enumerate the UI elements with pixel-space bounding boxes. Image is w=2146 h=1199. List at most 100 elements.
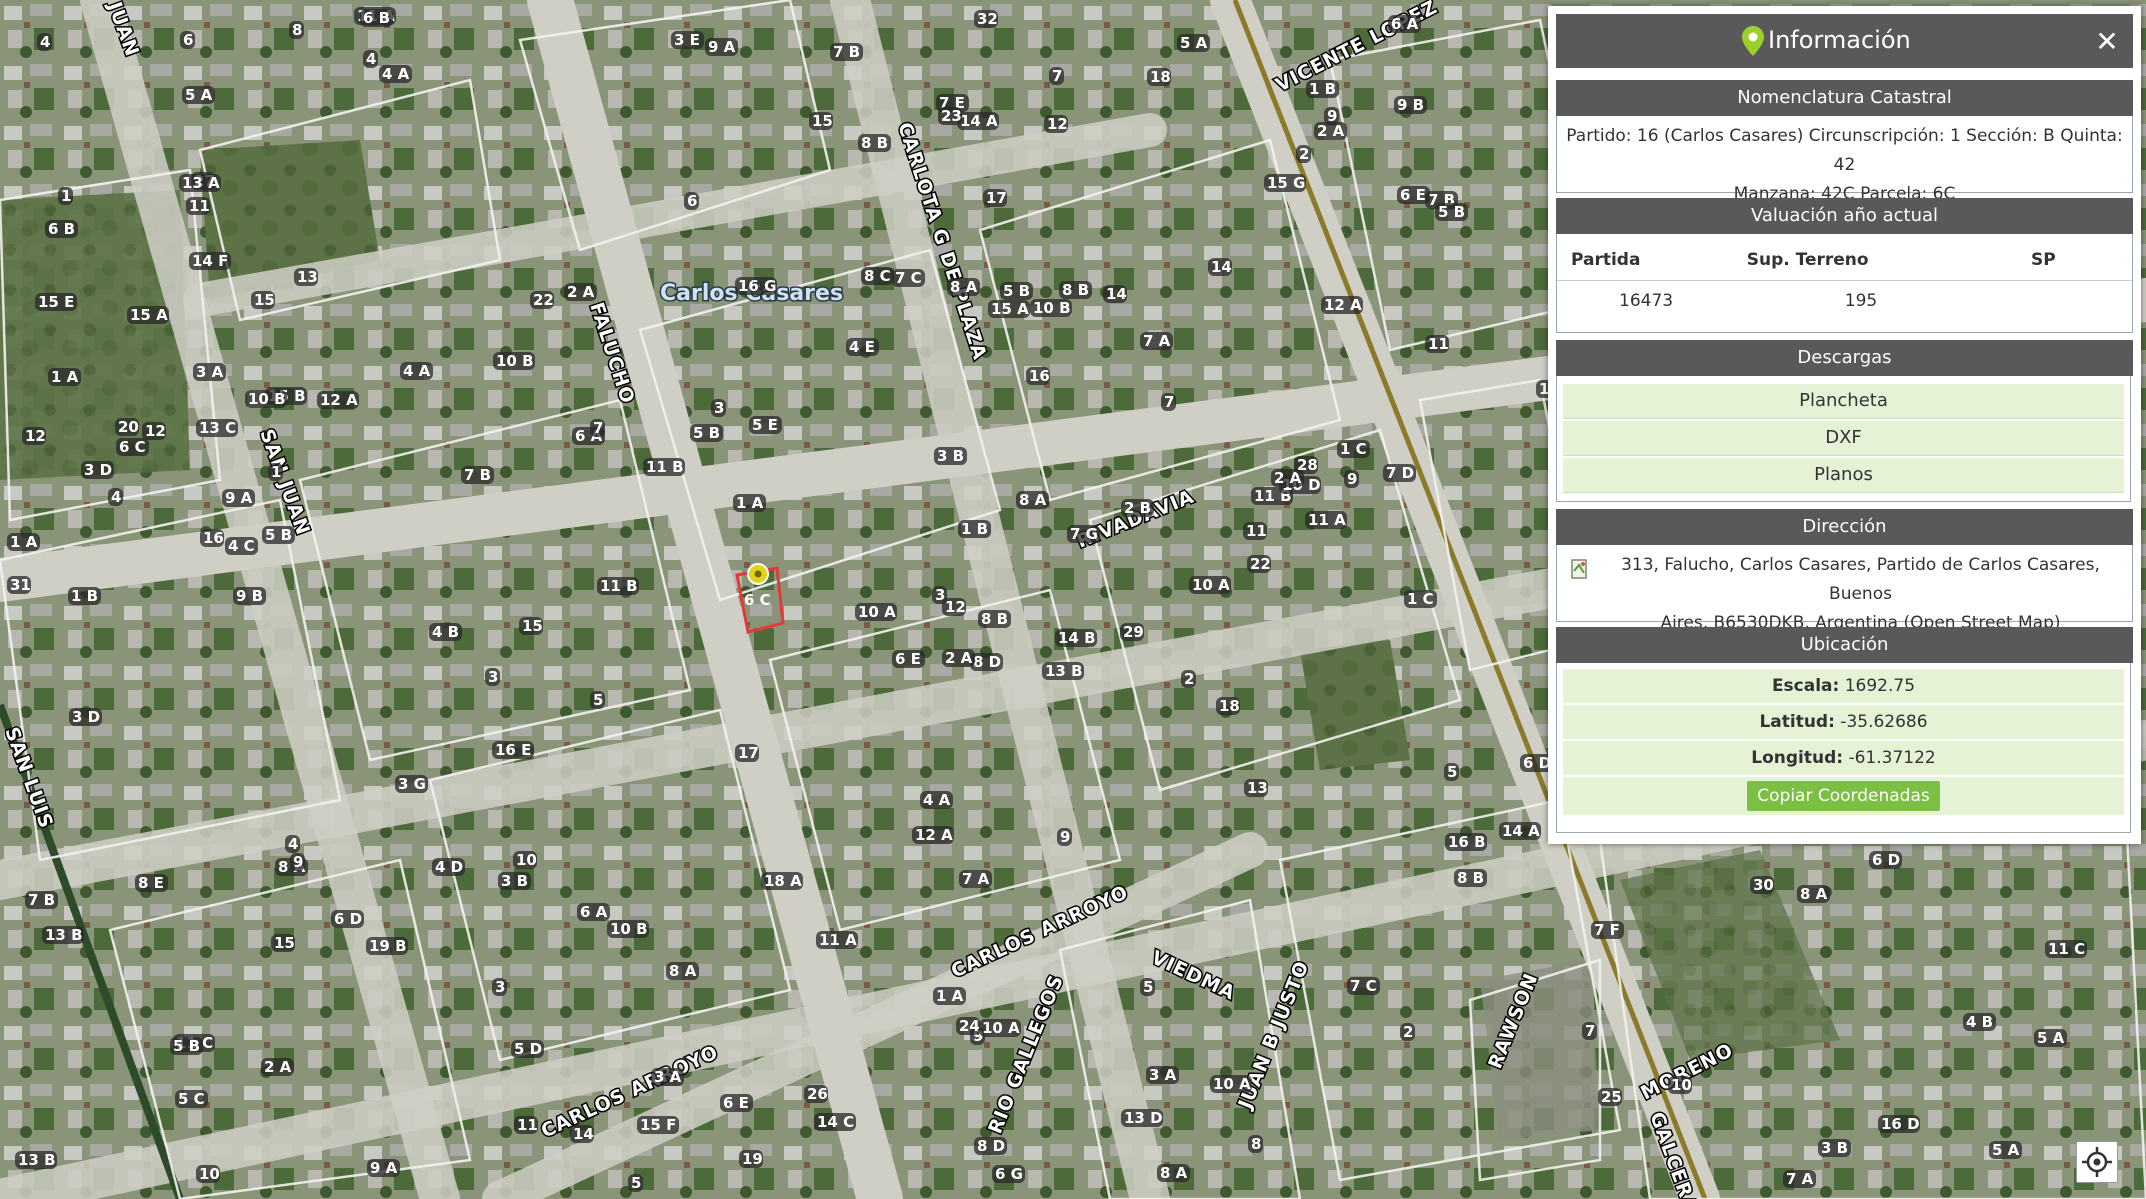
parcel-number-label: 8 A [1160,1164,1188,1182]
parcel-number-label: 5 [593,691,603,709]
parcel-marker-icon[interactable] [747,563,769,585]
parcel-number-label: 5 B [173,1037,200,1055]
escala-value: 1692.75 [1844,676,1916,696]
parcel-number-label: 5 A [2037,1029,2065,1047]
map-document-icon [1571,559,1587,579]
table-row: 16473 195 [1557,281,2132,322]
parcel-number-label: 18 [1219,697,1240,715]
nomenclatura-box: Partido: 16 (Carlos Casares) Circunscrip… [1556,116,2133,204]
parcel-number-label: 8 B [981,610,1008,628]
parcel-number-label: 31 [10,576,31,594]
parcel-number-label: 3 D [72,708,100,726]
parcel-number-label: 12 [1047,115,1068,133]
parcel-number-label: 1 A [736,494,764,512]
parcel-number-label: 6 D [334,910,362,928]
cell-sp [2017,281,2132,322]
parcel-number-label: 8 A [669,962,697,980]
parcel-number-label: 3 B [937,447,964,465]
parcel-number-label: 7 D [1386,464,1414,482]
map-pin-icon [1742,26,1764,56]
parcel-number-label: 1 B [961,520,988,538]
download-plancheta-link[interactable]: Plancheta [1563,384,2124,419]
parcel-number-label: 2 B [1124,499,1151,517]
copy-coordinates-button[interactable]: Copiar Coordenadas [1747,781,1940,811]
parcel-number-label: 15 [812,112,833,130]
valuacion-table: Partida Sup. Terreno SP 16473 195 [1557,234,2132,321]
parcel-number-label: 3 D [84,461,112,479]
parcel-number-label: 1 [61,187,71,205]
parcel-number-label: 5 C [178,1090,205,1108]
parcel-number-label: 12 [25,427,46,445]
parcel-number-label: 4 B [432,623,459,641]
close-icon[interactable]: ✕ [2095,28,2119,56]
parcel-number-label: 15 A [991,300,1029,318]
parcel-number-label: 3 [488,668,498,686]
parcel-number-label: 8 A [1019,491,1047,509]
parcel-number-label: 13 C [199,419,236,437]
parcel-number-label: 10 A [858,603,896,621]
parcel-number-label: 11 A [1308,511,1346,529]
parcel-number-label: 16 [1029,367,1050,385]
parcel-number-label: 6 E [1400,186,1426,204]
parcel-number-label: 3 G [398,775,426,793]
parcel-number-label: 30 [1753,876,1774,894]
parcel-number-label: 11 [1428,335,1449,353]
parcel-number-label: 29 [1123,623,1144,641]
parcel-number-label: 9 A [370,1159,398,1177]
parcel-number-label: 5 [631,1174,641,1192]
parcel-number-label: 1 A [936,987,964,1005]
parcel-number-label: 5 B [1003,282,1030,300]
parcel-number-label: 14 B [1058,629,1096,647]
parcel-number-label: 14 F [192,252,228,270]
parcel-number-label: 17 [986,189,1007,207]
escala-label: Escala: [1771,676,1840,696]
parcel-number-label: 2 A [567,283,595,301]
parcel-number-label: 5 [1143,978,1153,996]
download-planos-link[interactable]: Planos [1563,458,2124,493]
parcel-number-label: 25 [1601,1088,1622,1106]
parcel-number-label: 1 [271,463,281,481]
selected-parcel-label: 6 C [744,591,771,609]
parcel-number-label: 8 E [138,874,164,892]
parcel-number-label: 7 A [962,870,990,888]
parcel-number-label: 8 D [977,1137,1005,1155]
parcel-number-label: 2 [1184,670,1194,688]
parcel-number-label: 7 B [833,43,860,61]
parcel-number-label: 6 A [580,903,608,921]
parcel-number-label: 11 B [646,458,684,476]
escala-row: Escala: 1692.75 [1563,669,2124,703]
parcel-number-label: 15 [522,617,543,635]
parcel-number-label: 1 C [1407,590,1434,608]
direccion-header: Dirección [1556,509,2133,545]
parcel-number-label: 4 C [228,537,255,555]
parcel-number-label: 2 [1403,1023,1413,1041]
parcel-number-label: 3 A [196,363,224,381]
parcel-number-label: 13 B [45,926,83,944]
parcel-number-label: 18 [1150,68,1171,86]
download-dxf-link[interactable]: DXF [1563,421,2124,456]
longitud-row: Longitud: -61.37122 [1563,741,2124,775]
parcel-number-label: 13 A [182,174,220,192]
parcel-number-label: 4 [40,33,50,51]
parcel-number-label: 9 B [236,587,263,605]
parcel-number-label: 8 [292,21,302,39]
parcel-number-label: 7 [1585,1022,1595,1040]
latitud-value: -35.62686 [1840,712,1928,732]
parcel-number-label: 10 B [1033,299,1071,317]
parcel-number-label: 16 B [1448,833,1486,851]
parcel-number-label: 12 A [320,391,358,409]
copy-row: Copiar Coordenadas [1563,777,2124,815]
parcel-number-label: 7 A [1786,1170,1814,1188]
parcel-number-label: 6 [687,192,697,210]
parcel-number-label: 9 [1347,470,1357,488]
longitud-label: Longitud: [1751,748,1844,768]
locate-me-button[interactable] [2076,1141,2118,1183]
parcel-number-label: 1 A [51,368,79,386]
parcel-number-label: 19 [742,1150,763,1168]
parcel-number-label: 11 C [2048,940,2085,958]
parcel-number-label: 4 A [382,65,410,83]
parcel-number-label: 10 B [248,390,286,408]
parcel-number-label: 5 D [514,1040,542,1058]
parcel-number-label: 8 C [864,267,891,285]
parcel-number-label: 8 B [1062,281,1089,299]
